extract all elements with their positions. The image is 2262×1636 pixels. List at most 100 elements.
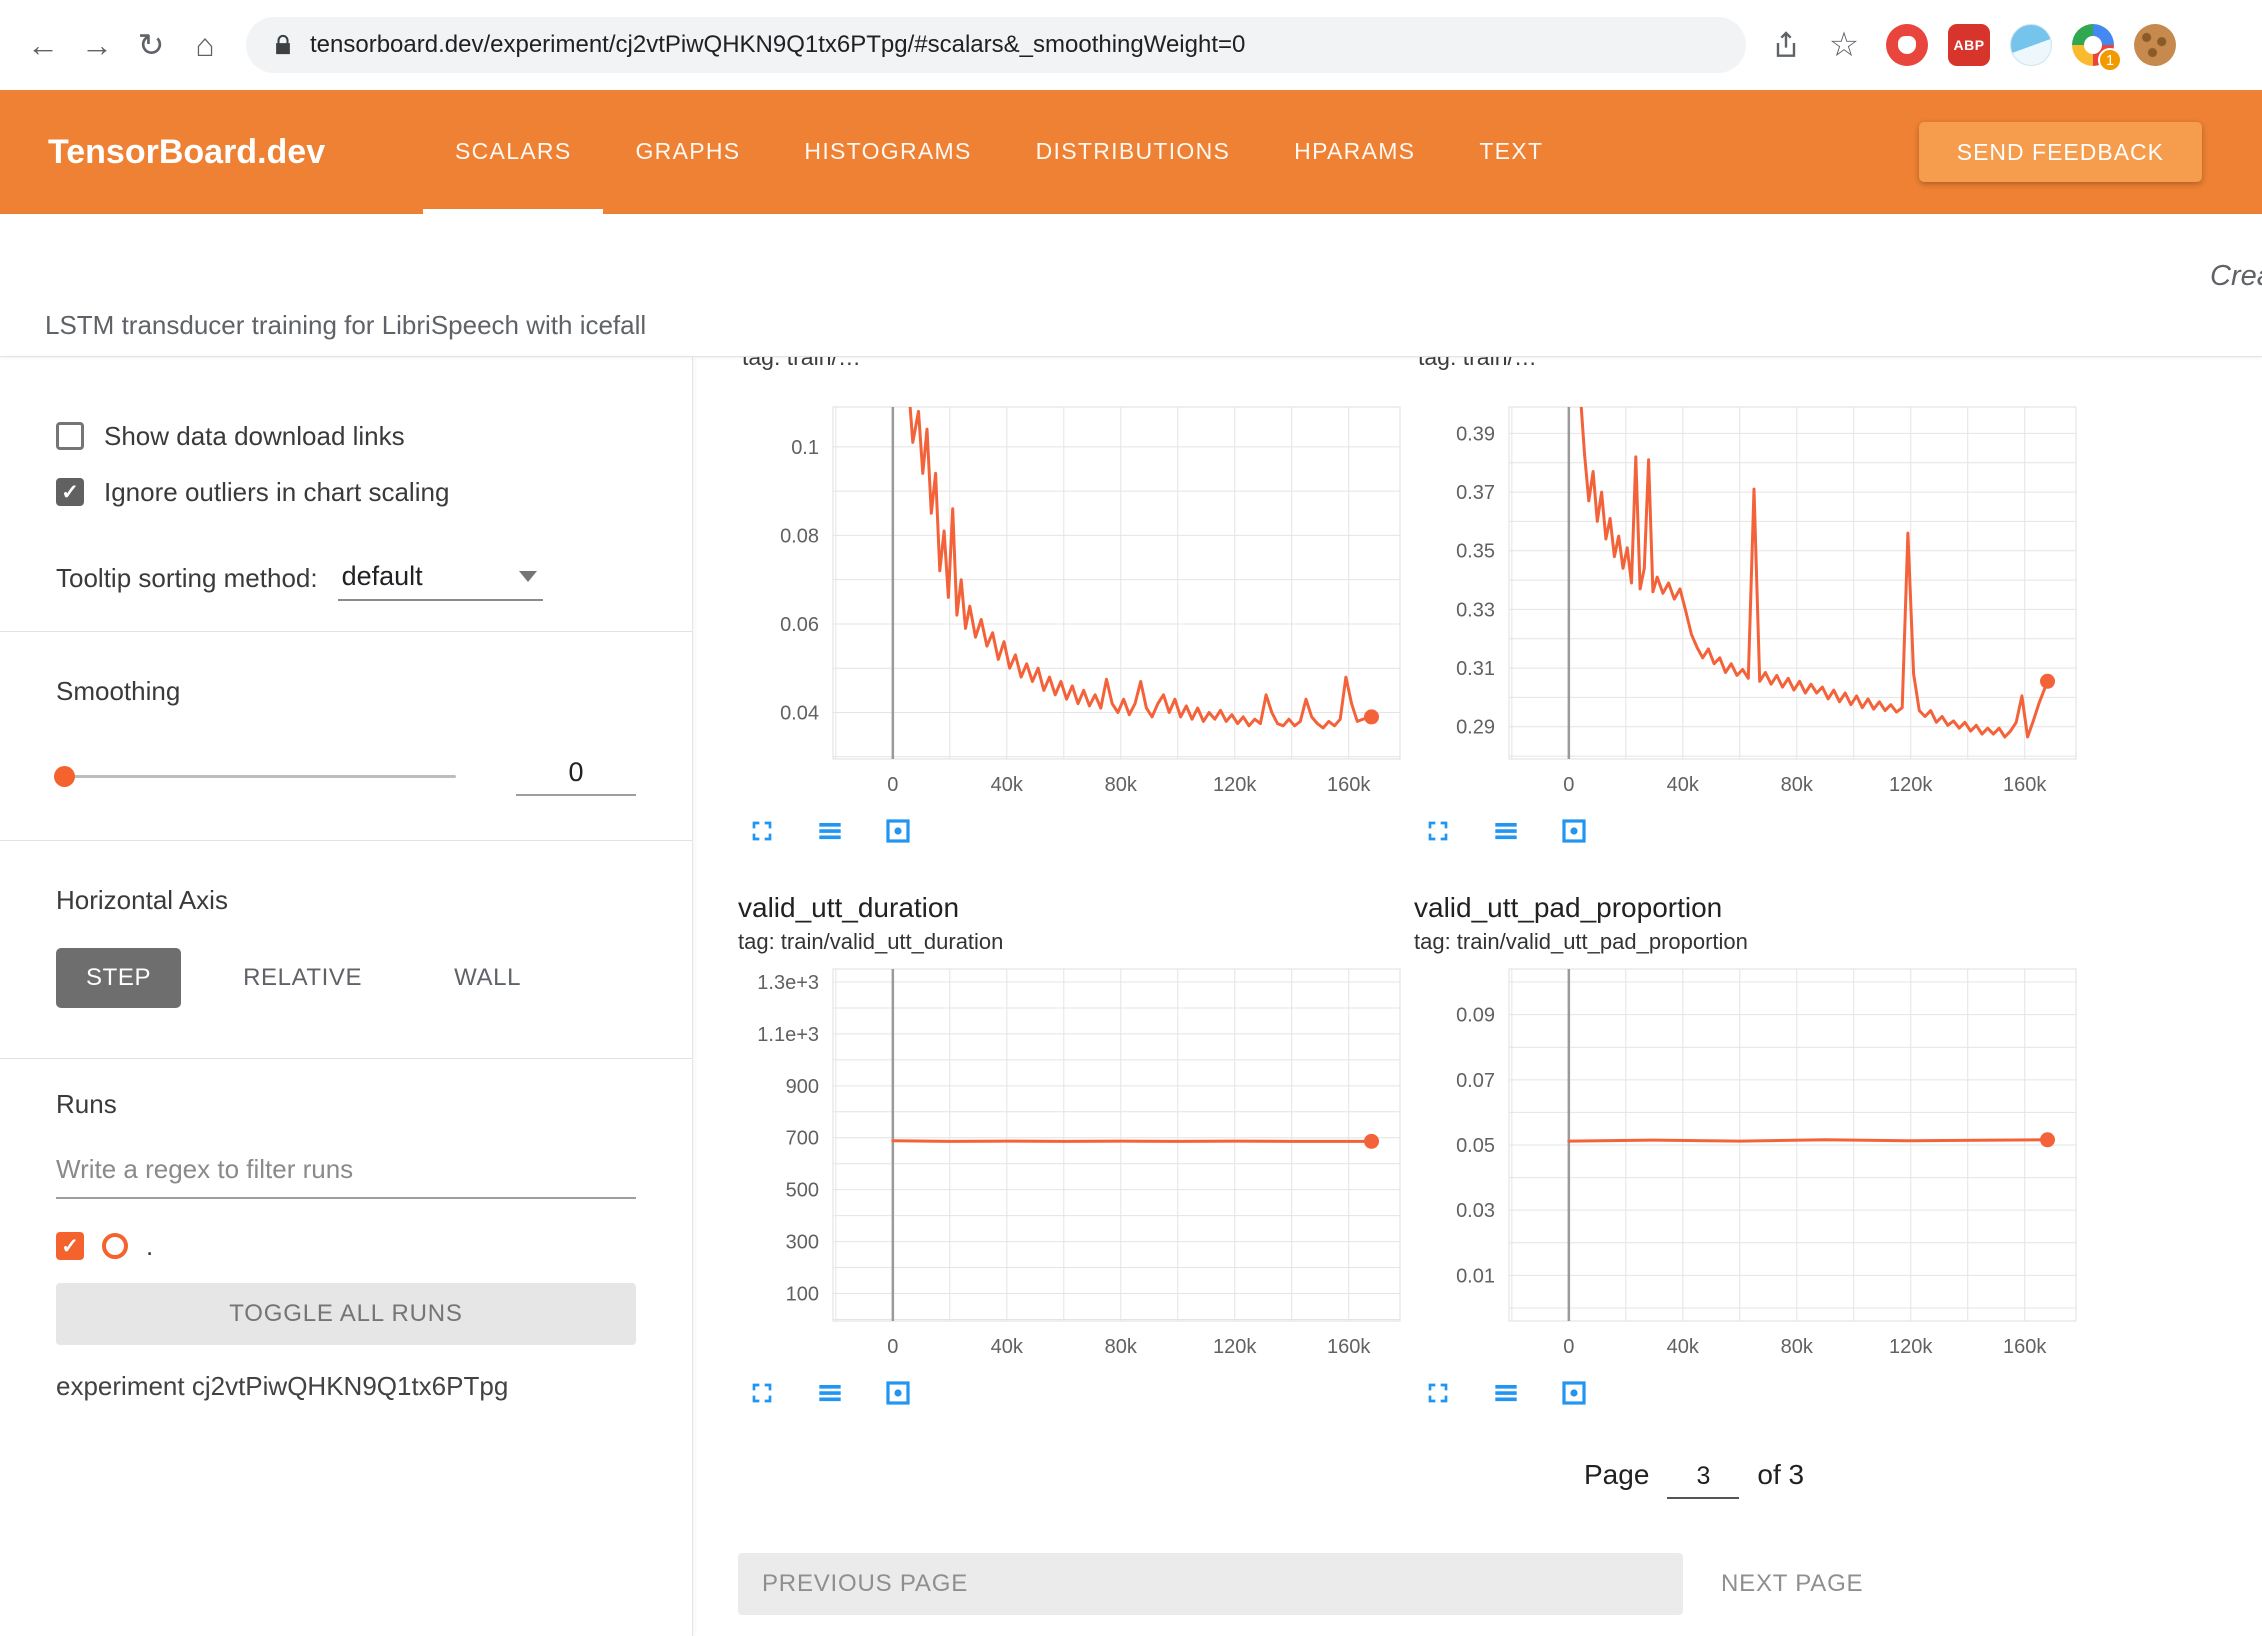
svg-text:700: 700 [786, 1128, 819, 1150]
next-page-button[interactable]: NEXT PAGE [1721, 1570, 1863, 1598]
menu-lines-icon[interactable] [1486, 1373, 1526, 1413]
svg-text:0.37: 0.37 [1456, 482, 1495, 504]
axis-step-button[interactable]: STEP [56, 948, 181, 1008]
svg-text:120k: 120k [1213, 774, 1257, 796]
divider [0, 631, 692, 632]
svg-text:0.35: 0.35 [1456, 541, 1495, 563]
svg-text:0.39: 0.39 [1456, 423, 1495, 445]
show-download-links-checkbox[interactable] [56, 422, 84, 450]
settings-sidebar: Show data download links ✓ Ignore outlie… [0, 357, 693, 1636]
tab-text[interactable]: TEXT [1447, 90, 1575, 214]
svg-text:120k: 120k [1889, 1336, 1933, 1358]
url-text: tensorboard.dev/experiment/cj2vtPiwQHKN9… [310, 31, 1245, 59]
extension-blue-icon[interactable] [2010, 24, 2052, 66]
fit-domain-icon[interactable] [878, 1373, 918, 1413]
show-download-links-row[interactable]: Show data download links [56, 421, 636, 451]
svg-text:80k: 80k [1105, 1336, 1138, 1358]
svg-text:0: 0 [1563, 774, 1574, 796]
fullscreen-icon[interactable] [1418, 1373, 1458, 1413]
browser-chrome: ← → ↻ ⌂ tensorboard.dev/experiment/cj2vt… [0, 0, 2262, 90]
send-feedback-button[interactable]: SEND FEEDBACK [1919, 122, 2202, 182]
svg-text:40k: 40k [991, 774, 1024, 796]
experiment-id-label: experiment cj2vtPiwQHKN9Q1tx6PTpg [56, 1371, 636, 1402]
tab-histograms[interactable]: HISTOGRAMS [772, 90, 1003, 214]
back-icon[interactable]: ← [16, 18, 70, 72]
home-icon[interactable]: ⌂ [178, 18, 232, 72]
extension-cookie-icon[interactable] [2134, 24, 2176, 66]
extension-abp-icon[interactable]: ABP [1948, 24, 1990, 66]
previous-page-button[interactable]: PREVIOUS PAGE [738, 1553, 1683, 1615]
svg-text:300: 300 [786, 1232, 819, 1254]
svg-text:0: 0 [887, 1336, 898, 1358]
svg-text:120k: 120k [1213, 1336, 1257, 1358]
tab-hparams[interactable]: HPARAMS [1262, 90, 1447, 214]
fullscreen-icon[interactable] [742, 1373, 782, 1413]
smoothing-slider-thumb[interactable] [54, 766, 75, 787]
refresh-icon[interactable]: ↻ [124, 18, 178, 72]
brand-logo[interactable]: TensorBoard.dev [48, 90, 423, 214]
extension-pie-icon[interactable]: 1 [2072, 24, 2114, 66]
extension-adblock-icon[interactable] [1886, 24, 1928, 66]
tab-scalars[interactable]: SCALARS [423, 90, 603, 214]
smoothing-value-field[interactable]: 0 [516, 757, 636, 796]
svg-text:0.03: 0.03 [1456, 1200, 1495, 1222]
menu-lines-icon[interactable] [810, 1373, 850, 1413]
svg-text:0.05: 0.05 [1456, 1135, 1495, 1157]
toggle-all-runs-button[interactable]: TOGGLE ALL RUNS [56, 1283, 636, 1345]
smoothing-slider[interactable] [56, 775, 456, 778]
tab-graphs[interactable]: GRAPHS [603, 90, 772, 214]
menu-lines-icon[interactable] [810, 811, 850, 851]
charts-area: tag: train/…040k80k120k160k0.040.060.080… [693, 357, 2262, 1636]
fullscreen-icon[interactable] [1418, 811, 1458, 851]
fit-domain-icon[interactable] [1554, 1373, 1594, 1413]
svg-text:0.31: 0.31 [1456, 658, 1495, 680]
tab-distributions[interactable]: DISTRIBUTIONS [1004, 90, 1263, 214]
axis-relative-button[interactable]: RELATIVE [213, 948, 392, 1008]
fit-domain-icon[interactable] [1554, 811, 1594, 851]
svg-text:40k: 40k [991, 1336, 1024, 1358]
tensorboard-header: TensorBoard.dev SCALARSGRAPHSHISTOGRAMSD… [0, 90, 2262, 214]
svg-text:0.07: 0.07 [1456, 1070, 1495, 1092]
svg-text:1.1e+3: 1.1e+3 [757, 1024, 819, 1046]
svg-text:0.09: 0.09 [1456, 1005, 1495, 1027]
tooltip-sorting-dropdown[interactable]: default [338, 561, 543, 601]
show-download-links-label: Show data download links [104, 421, 405, 452]
run-row[interactable]: ✓ . [56, 1231, 636, 1261]
svg-text:160k: 160k [2003, 774, 2047, 796]
run-name: . [146, 1231, 153, 1262]
clipped-chart-tag: tag: train/… [738, 357, 1408, 377]
svg-text:0.06: 0.06 [780, 614, 819, 636]
svg-text:0.33: 0.33 [1456, 599, 1495, 621]
run-checkbox[interactable]: ✓ [56, 1232, 84, 1260]
ignore-outliers-checkbox[interactable]: ✓ [56, 478, 84, 506]
horizontal-axis-label: Horizontal Axis [56, 885, 636, 916]
nav-tabs: SCALARSGRAPHSHISTOGRAMSDISTRIBUTIONSHPAR… [423, 90, 1575, 214]
fullscreen-icon[interactable] [742, 811, 782, 851]
forward-icon[interactable]: → [70, 18, 124, 72]
svg-text:0.08: 0.08 [780, 525, 819, 547]
chart-title: valid_utt_duration [738, 891, 1408, 925]
bookmark-star-icon[interactable]: ☆ [1822, 23, 1866, 67]
page-number-input[interactable] [1667, 1462, 1739, 1499]
chrome-toolbar: ☆ ABP 1 [1770, 23, 2176, 67]
chart-card-valid_utt_duration: valid_utt_durationtag: train/valid_utt_d… [738, 891, 1408, 1413]
ignore-outliers-row[interactable]: ✓ Ignore outliers in chart scaling [56, 477, 636, 507]
share-icon[interactable] [1770, 29, 1802, 61]
run-color-icon [102, 1233, 128, 1259]
svg-text:0: 0 [1563, 1336, 1574, 1358]
ignore-outliers-label: Ignore outliers in chart scaling [104, 477, 449, 508]
chart-plot-valid_utt_pad_proportion: 040k80k120k160k0.010.030.050.070.09 [1414, 961, 2084, 1365]
fit-domain-icon[interactable] [878, 811, 918, 851]
chart-plot-clipped-2: 040k80k120k160k0.290.310.330.350.370.39 [1414, 399, 2084, 803]
axis-wall-button[interactable]: WALL [424, 948, 551, 1008]
chart-tag: tag: train/valid_utt_pad_proportion [1414, 927, 2084, 957]
chart-toolbar [742, 811, 1408, 851]
chart-toolbar [1418, 811, 2084, 851]
svg-text:120k: 120k [1889, 774, 1933, 796]
svg-text:0.1: 0.1 [791, 437, 819, 459]
svg-text:40k: 40k [1667, 774, 1700, 796]
svg-text:80k: 80k [1105, 774, 1138, 796]
menu-lines-icon[interactable] [1486, 811, 1526, 851]
address-bar[interactable]: tensorboard.dev/experiment/cj2vtPiwQHKN9… [246, 17, 1746, 73]
runs-filter-input[interactable] [56, 1150, 636, 1199]
